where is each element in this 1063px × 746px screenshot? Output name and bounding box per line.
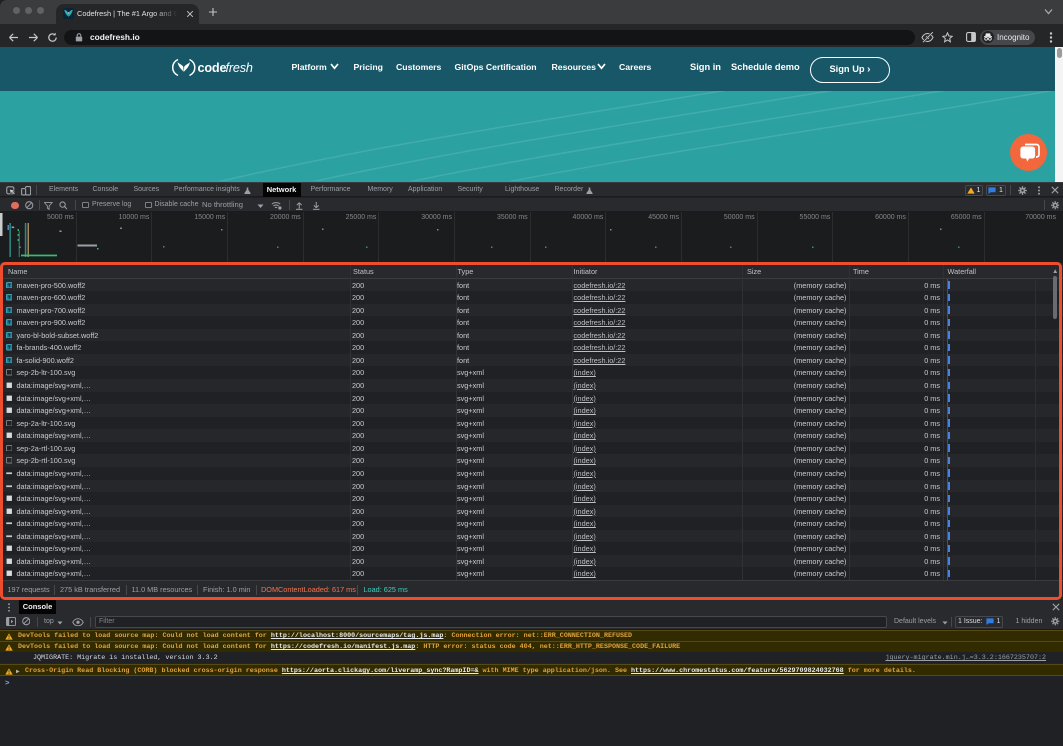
svg-text:code: code <box>198 61 227 75</box>
svg-text:fresh: fresh <box>226 61 253 75</box>
